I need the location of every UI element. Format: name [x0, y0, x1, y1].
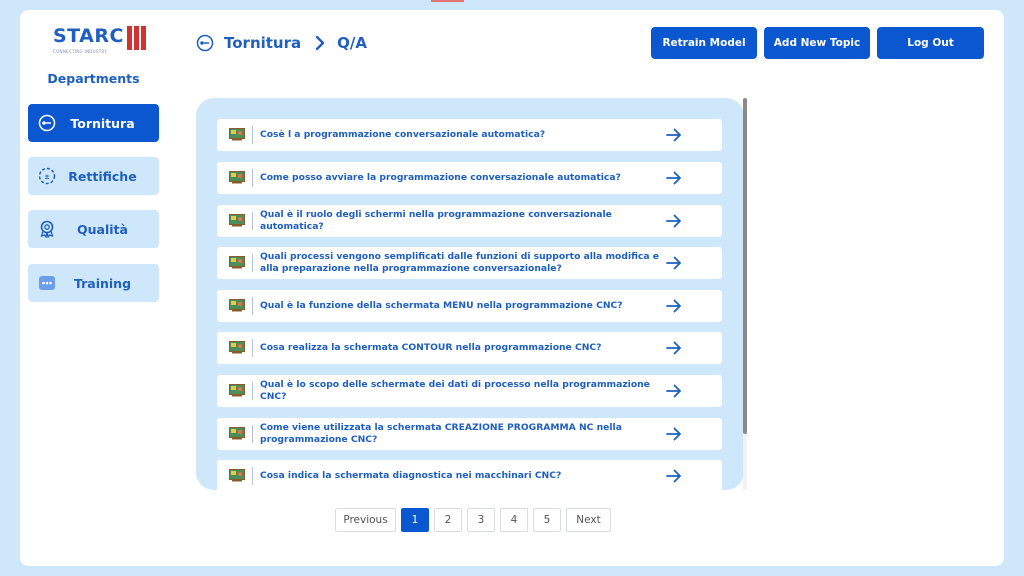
- presentation-icon: [229, 384, 245, 397]
- arrow-right-icon[interactable]: [666, 128, 682, 142]
- logo-tagline: CONNECTING INDUSTRY: [53, 49, 108, 54]
- presentation-icon: [229, 341, 245, 354]
- pagination: Previous 1 2 3 4 5 Next: [335, 508, 611, 532]
- sidebar-item-training[interactable]: Training: [28, 264, 159, 302]
- next-page-button[interactable]: Next: [566, 508, 611, 532]
- presentation-icon: [229, 299, 245, 312]
- qa-item[interactable]: Qual è la funzione della schermata MENU …: [217, 290, 722, 322]
- dots-icon: [38, 274, 56, 292]
- question-text: Qual è il ruolo degli schermi nella prog…: [260, 209, 612, 232]
- qa-item[interactable]: Cosa realizza la schermata CONTOUR nella…: [217, 332, 722, 364]
- sidebar-item-tornitura[interactable]: Tornitura: [28, 104, 159, 142]
- retrain-model-button[interactable]: Retrain Model: [651, 27, 757, 59]
- arrow-right-icon[interactable]: [666, 214, 682, 228]
- grinder-icon: ±: [38, 167, 56, 185]
- question-text: Cosa realizza la schermata CONTOUR nella…: [260, 342, 602, 353]
- qa-item[interactable]: Qual è lo scopo delle schermate dei dati…: [217, 375, 722, 407]
- top-marker: [431, 0, 464, 2]
- qa-item[interactable]: Cosa indica la schermata diagnostica nei…: [217, 460, 722, 490]
- svg-text:±: ±: [44, 173, 50, 181]
- sidebar-item-rettifiche[interactable]: ± Rettifiche: [28, 157, 159, 195]
- arrow-right-icon[interactable]: [666, 427, 682, 441]
- question-text: Cosa indica la schermata diagnostica nei…: [260, 470, 562, 481]
- page-4-button[interactable]: 4: [500, 508, 528, 532]
- question-text: Come viene utilizzata la schermata CREAZ…: [260, 422, 622, 445]
- question-text: Quali processi vengono semplificati dall…: [260, 251, 659, 274]
- previous-page-button[interactable]: Previous: [335, 508, 396, 532]
- arrow-right-icon[interactable]: [666, 384, 682, 398]
- presentation-icon: [229, 427, 245, 440]
- lathe-icon: [196, 34, 214, 52]
- departments-title: Departments: [47, 71, 140, 86]
- sidebar-item-qualita[interactable]: Qualità: [28, 210, 159, 248]
- scrollbar[interactable]: [743, 98, 747, 490]
- breadcrumb-department[interactable]: Tornitura: [224, 34, 301, 52]
- qa-list-panel[interactable]: Cosè l a programmazione conversazionale …: [196, 98, 744, 490]
- quality-badge-icon: [38, 220, 56, 238]
- arrow-right-icon[interactable]: [666, 256, 682, 270]
- qa-item[interactable]: Qual è il ruolo degli schermi nella prog…: [217, 205, 722, 237]
- chevron-right-icon: [315, 35, 325, 51]
- presentation-icon: [229, 171, 245, 184]
- arrow-right-icon[interactable]: [666, 469, 682, 483]
- add-new-topic-button[interactable]: Add New Topic: [764, 27, 870, 59]
- page-2-button[interactable]: 2: [434, 508, 462, 532]
- presentation-icon: [229, 469, 245, 482]
- presentation-icon: [229, 256, 245, 269]
- arrow-right-icon[interactable]: [666, 171, 682, 185]
- arrow-right-icon[interactable]: [666, 341, 682, 355]
- page-5-button[interactable]: 5: [533, 508, 561, 532]
- question-text: Cosè l a programmazione conversazionale …: [260, 129, 546, 140]
- breadcrumb: Tornitura Q/A: [196, 32, 367, 54]
- presentation-icon: [229, 214, 245, 227]
- log-out-button[interactable]: Log Out: [877, 27, 984, 59]
- qa-item[interactable]: Cosè l a programmazione conversazionale …: [217, 119, 722, 151]
- breadcrumb-section: Q/A: [337, 34, 367, 52]
- logo-bars: [126, 26, 146, 50]
- question-text: Come posso avviare la programmazione con…: [260, 172, 621, 183]
- lathe-icon: [38, 114, 56, 132]
- question-text: Qual è la funzione della schermata MENU …: [260, 300, 623, 311]
- question-text: Qual è lo scopo delle schermate dei dati…: [260, 379, 650, 402]
- page-1-button[interactable]: 1: [401, 508, 429, 532]
- qa-item[interactable]: Come viene utilizzata la schermata CREAZ…: [217, 418, 722, 450]
- qa-item[interactable]: Come posso avviare la programmazione con…: [217, 162, 722, 194]
- presentation-icon: [229, 128, 245, 141]
- scrollbar-thumb[interactable]: [743, 98, 747, 434]
- main-card: STARC CONNECTING INDUSTRY Departments To…: [20, 10, 1004, 566]
- qa-item[interactable]: Quali processi vengono semplificati dall…: [217, 247, 722, 279]
- page-3-button[interactable]: 3: [467, 508, 495, 532]
- logo-text: STARC: [53, 25, 124, 47]
- arrow-right-icon[interactable]: [666, 299, 682, 313]
